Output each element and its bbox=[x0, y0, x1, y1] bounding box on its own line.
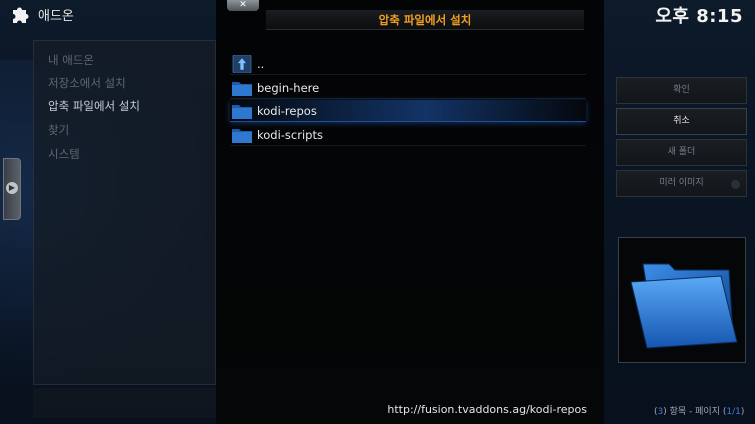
folder-icon bbox=[232, 129, 252, 143]
chevron-right-icon: ▶ bbox=[6, 182, 18, 194]
new-folder-button[interactable]: 새 폴더 bbox=[616, 139, 747, 166]
large-folder-icon bbox=[630, 263, 738, 349]
cancel-button[interactable]: 취소 bbox=[616, 108, 747, 135]
page-number: 1/1 bbox=[726, 407, 741, 417]
file-row-label: begin-here bbox=[257, 81, 320, 95]
items-label: 항목 - 페이지 bbox=[669, 407, 720, 417]
menu-item-install-from-zip[interactable]: 압축 파일에서 설치 bbox=[48, 98, 140, 114]
menu-item-system[interactable]: 시스템 bbox=[48, 146, 80, 162]
file-row-label: .. bbox=[257, 57, 265, 71]
file-row-kodi-repos[interactable]: kodi-repos bbox=[230, 100, 586, 122]
current-path: http://fusion.tvaddons.ag/kodi-repos bbox=[387, 403, 587, 416]
folder-icon bbox=[232, 82, 252, 96]
close-button[interactable]: ✕ bbox=[227, 0, 259, 11]
clock: 오후 8:15 bbox=[655, 6, 743, 27]
menu-item-search[interactable]: 찾기 bbox=[48, 122, 69, 138]
file-row-begin-here[interactable]: begin-here bbox=[230, 77, 586, 99]
parent-folder-icon bbox=[232, 55, 252, 73]
toggle-indicator-icon bbox=[731, 180, 740, 189]
addon-menu: 내 애드온 저장소에서 설치 압축 파일에서 설치 찾기 시스템 bbox=[33, 40, 216, 385]
ok-button[interactable]: 확인 bbox=[616, 77, 747, 104]
page-title: 애드온 bbox=[38, 9, 74, 24]
menu-item-my-addons[interactable]: 내 애드온 bbox=[48, 52, 94, 68]
dialog-title: 압축 파일에서 설치 bbox=[378, 13, 472, 27]
dialog-title-bar: 압축 파일에서 설치 bbox=[266, 10, 584, 30]
file-row-label: kodi-scripts bbox=[257, 128, 323, 142]
page-info: (3) 항목 - 페이지 (1/1) bbox=[654, 407, 745, 417]
file-row-parent[interactable]: .. bbox=[230, 53, 586, 75]
folder-preview bbox=[618, 237, 746, 363]
file-row-kodi-scripts[interactable]: kodi-scripts bbox=[230, 124, 586, 146]
side-menu-tab[interactable]: ▶ bbox=[3, 158, 21, 220]
puzzle-icon bbox=[13, 7, 29, 23]
item-count: 3 bbox=[657, 407, 664, 417]
header-bar: 애드온 bbox=[0, 0, 216, 26]
mirror-image-button[interactable]: 미러 이미지 bbox=[616, 170, 747, 197]
left-panel-footer bbox=[33, 388, 216, 418]
folder-icon bbox=[232, 105, 252, 119]
menu-item-install-from-repo[interactable]: 저장소에서 설치 bbox=[48, 75, 126, 91]
mirror-image-label: 미러 이미지 bbox=[659, 178, 704, 188]
file-row-label: kodi-repos bbox=[257, 104, 317, 118]
